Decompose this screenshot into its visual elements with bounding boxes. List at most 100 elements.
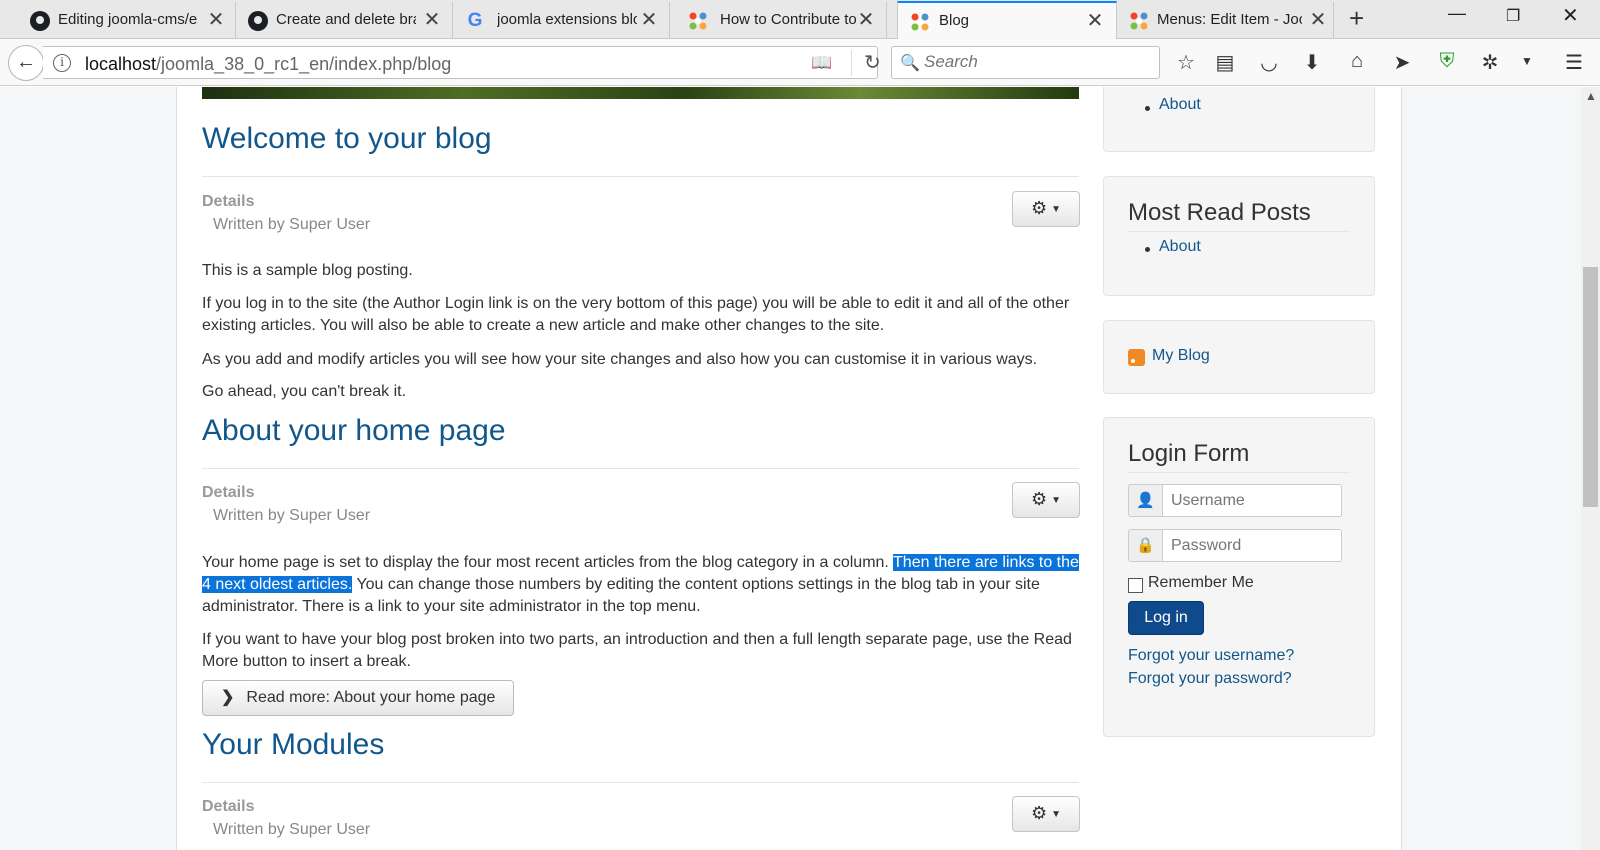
- back-icon[interactable]: ←: [8, 45, 44, 81]
- details-label: Details: [202, 193, 255, 210]
- author-line: Written by Super User: [213, 216, 371, 233]
- details-label: Details: [202, 484, 255, 501]
- article-paragraph: If you want to have your blog post broke…: [202, 631, 1072, 670]
- username-input[interactable]: [1162, 484, 1342, 517]
- scroll-up-icon[interactable]: ▲: [1585, 89, 1597, 103]
- user-icon: 👤: [1128, 484, 1163, 517]
- article-paragraph: If you log in to the site (the Author Lo…: [202, 295, 1070, 334]
- bullet: [1145, 247, 1150, 252]
- most-read-module: Most Read Posts About: [1103, 176, 1375, 296]
- restore-icon[interactable]: ❐: [1506, 6, 1520, 26]
- about-link[interactable]: About: [1159, 96, 1201, 114]
- joomla-icon: [689, 12, 707, 30]
- url-host: localhost: [85, 54, 157, 74]
- article-paragraph: As you add and modify articles you will …: [202, 351, 1038, 368]
- tab-title: Menus: Edit Item - Joo: [1157, 11, 1302, 28]
- url-bar[interactable]: i localhost/joomla_38_0_rc1_en/index.php…: [43, 46, 881, 79]
- extension-icon[interactable]: ✲: [1478, 50, 1502, 75]
- close-tab-icon[interactable]: ✕: [421, 7, 443, 32]
- my-blog-feed-link[interactable]: My Blog: [1152, 347, 1210, 365]
- tab-how-to-contribute[interactable]: How to Contribute to ✕: [670, 2, 887, 39]
- new-tab-icon[interactable]: +: [1349, 3, 1364, 34]
- article-tools-button[interactable]: ⚙ ▼: [1012, 796, 1080, 832]
- minimize-icon[interactable]: —: [1448, 3, 1466, 24]
- caret-down-icon: ▼: [1051, 204, 1062, 215]
- search-bar[interactable]: 🔍: [891, 46, 1160, 79]
- tab-blog[interactable]: Blog ✕: [897, 1, 1117, 39]
- divider: [202, 782, 1079, 783]
- search-icon: 🔍: [900, 55, 920, 72]
- close-window-icon[interactable]: ✕: [1562, 3, 1579, 28]
- joomla-icon: [911, 13, 929, 31]
- tab-editing-joomla[interactable]: Editing joomla-cms/e ✕: [0, 2, 236, 39]
- article-title[interactable]: About your home page: [202, 414, 1079, 448]
- lock-icon: 🔒: [1128, 529, 1163, 562]
- article-title[interactable]: Your Modules: [202, 728, 1079, 762]
- menu-icon[interactable]: ☰: [1562, 50, 1586, 75]
- scrollbar-thumb[interactable]: [1583, 267, 1598, 507]
- remember-me-label[interactable]: Remember Me: [1148, 574, 1254, 592]
- shield-icon[interactable]: ⛨: [1435, 50, 1459, 73]
- divider: [202, 468, 1079, 469]
- bullet: [1145, 106, 1150, 111]
- forgot-username-link[interactable]: Forgot your username?: [1128, 647, 1294, 665]
- page-viewport: Welcome to your blog Details Written by …: [0, 87, 1581, 850]
- text: Your home page is set to display the fou…: [202, 554, 894, 571]
- login-button[interactable]: Log in: [1128, 601, 1204, 635]
- forgot-password-link[interactable]: Forgot your password?: [1128, 670, 1292, 688]
- module-title: Most Read Posts: [1128, 199, 1311, 226]
- navigation-bar: ← i localhost/joomla_38_0_rc1_en/index.p…: [0, 39, 1600, 86]
- close-tab-icon[interactable]: ✕: [855, 7, 877, 32]
- site-info-icon[interactable]: i: [53, 54, 71, 72]
- close-tab-icon[interactable]: ✕: [1084, 8, 1106, 33]
- send-icon[interactable]: ➤: [1390, 50, 1414, 75]
- caret-down-icon: ▼: [1051, 809, 1062, 820]
- rss-feed-icon: [1128, 349, 1145, 366]
- login-module: Login Form 👤 🔒 Remember Me Log in Forgot…: [1103, 417, 1375, 737]
- blog-banner-image: [202, 87, 1079, 99]
- tab-title: Create and delete bra: [276, 11, 416, 28]
- tab-joomla-extensions[interactable]: G joomla extensions blo ✕: [453, 2, 670, 39]
- joomla-icon: [1130, 12, 1148, 30]
- article-title[interactable]: Welcome to your blog: [202, 122, 1079, 156]
- downloads-icon[interactable]: ⬇: [1300, 50, 1324, 75]
- divider: [202, 176, 1079, 177]
- read-more-button[interactable]: ❯ Read more: About your home page: [202, 680, 514, 716]
- tab-menus-edit-item[interactable]: Menus: Edit Item - Joo ✕: [1117, 2, 1334, 39]
- tab-title: Editing joomla-cms/e: [58, 11, 198, 28]
- author-line: Written by Super User: [213, 507, 371, 524]
- sidebar-module-top: About: [1103, 87, 1375, 152]
- url-text[interactable]: localhost/joomla_38_0_rc1_en/index.php/b…: [85, 54, 451, 75]
- tab-create-delete-branches[interactable]: Create and delete bra ✕: [236, 2, 453, 39]
- close-tab-icon[interactable]: ✕: [638, 7, 660, 32]
- pocket-icon[interactable]: ◡: [1257, 50, 1281, 75]
- gear-icon: ⚙: [1030, 198, 1048, 218]
- gear-icon: ⚙: [1030, 803, 1048, 823]
- github-icon: [30, 11, 50, 31]
- reload-icon[interactable]: ↻: [851, 50, 881, 76]
- password-input[interactable]: [1162, 529, 1342, 562]
- tab-title: joomla extensions blo: [497, 11, 637, 28]
- scrollbar[interactable]: ▲: [1581, 87, 1600, 850]
- module-title: Login Form: [1128, 440, 1250, 467]
- author-line: Written by Super User: [213, 821, 371, 838]
- close-tab-icon[interactable]: ✕: [205, 7, 227, 32]
- about-link[interactable]: About: [1159, 238, 1201, 256]
- article-paragraph: Your home page is set to display the fou…: [202, 552, 1079, 618]
- article-paragraph: Go ahead, you can't break it.: [202, 383, 407, 400]
- article-tools-button[interactable]: ⚙ ▼: [1012, 191, 1080, 227]
- close-tab-icon[interactable]: ✕: [1307, 7, 1329, 32]
- search-input[interactable]: [924, 52, 1149, 72]
- bookmark-star-icon[interactable]: ☆: [1174, 50, 1198, 75]
- caret-down-icon: ▼: [1051, 495, 1062, 506]
- overflow-chevron-icon[interactable]: ▼: [1515, 54, 1539, 68]
- chevron-right-icon: ❯: [221, 689, 235, 706]
- google-icon: G: [467, 10, 483, 31]
- reader-view-icon[interactable]: 📖: [811, 53, 832, 73]
- divider: [1128, 472, 1350, 473]
- feed-module: My Blog: [1103, 320, 1375, 394]
- home-icon[interactable]: ⌂: [1345, 50, 1369, 73]
- article-tools-button[interactable]: ⚙ ▼: [1012, 482, 1080, 518]
- remember-me-checkbox[interactable]: [1128, 578, 1143, 593]
- reading-list-icon[interactable]: ▤: [1213, 50, 1237, 75]
